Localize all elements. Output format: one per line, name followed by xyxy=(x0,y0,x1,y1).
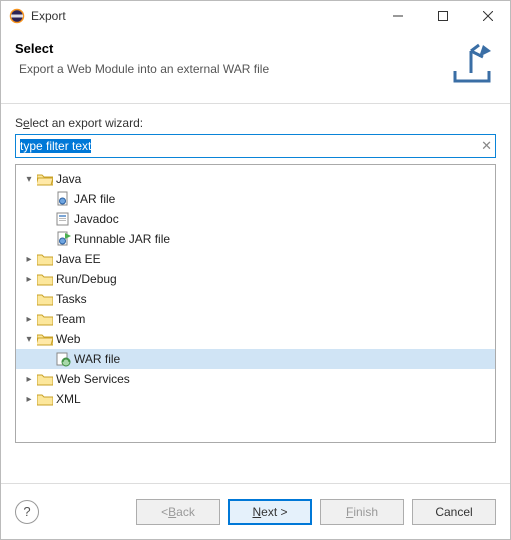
finish-hot: F xyxy=(346,505,353,519)
maximize-button[interactable] xyxy=(420,1,465,31)
back-hot: B xyxy=(168,505,176,519)
filter-label-hot: e xyxy=(23,116,30,130)
title-bar: Export xyxy=(1,1,510,31)
tree-label: Web Services xyxy=(56,372,130,386)
tree-item-rundebug[interactable]: ▸ Run/Debug xyxy=(16,269,495,289)
tree-label: Javadoc xyxy=(74,212,119,226)
runnable-jar-icon xyxy=(54,231,72,247)
javadoc-icon xyxy=(54,211,72,227)
main-area: Select an export wizard: ✕ ▾ Java JAR fi… xyxy=(1,104,510,483)
clear-icon[interactable]: ✕ xyxy=(481,138,492,154)
page-title: Select xyxy=(15,41,438,56)
tree-item-jar-file[interactable]: JAR file xyxy=(16,189,495,209)
folder-open-icon xyxy=(36,331,54,347)
expand-icon[interactable]: ▸ xyxy=(22,394,36,405)
tree-item-tasks[interactable]: ▸ Tasks xyxy=(16,289,495,309)
tree-item-javadoc[interactable]: Javadoc xyxy=(16,209,495,229)
cancel-button[interactable]: Cancel xyxy=(412,499,496,525)
wizard-header: Select Export a Web Module into an exter… xyxy=(1,31,510,104)
back-pre: < xyxy=(161,505,168,519)
folder-open-icon xyxy=(36,171,54,187)
next-button[interactable]: Next > xyxy=(228,499,312,525)
tree-item-runnable-jar[interactable]: Runnable JAR file xyxy=(16,229,495,249)
tree-item-java[interactable]: ▾ Java xyxy=(16,169,495,189)
tree-label: Run/Debug xyxy=(56,272,117,286)
minimize-button[interactable] xyxy=(375,1,420,31)
tree-label: Java EE xyxy=(56,252,101,266)
tree-label: JAR file xyxy=(74,192,115,206)
tree-item-javaee[interactable]: ▸ Java EE xyxy=(16,249,495,269)
filter-label-post: lect an export wizard: xyxy=(30,116,143,130)
window-buttons xyxy=(375,1,510,31)
filter-label-pre: S xyxy=(15,116,23,130)
folder-icon xyxy=(36,391,54,407)
jar-file-icon xyxy=(54,191,72,207)
tree-label: Tasks xyxy=(56,292,87,306)
page-subtitle: Export a Web Module into an external WAR… xyxy=(15,62,438,76)
tree-label: Runnable JAR file xyxy=(74,232,170,246)
wizard-tree[interactable]: ▾ Java JAR file Javadoc xyxy=(16,165,495,442)
close-button[interactable] xyxy=(465,1,510,31)
button-bar: ? < Back Next > Finish Cancel xyxy=(1,483,510,539)
export-icon xyxy=(448,41,496,89)
expand-icon[interactable]: ▸ xyxy=(22,274,36,285)
collapse-icon[interactable]: ▾ xyxy=(22,334,36,345)
back-post: ack xyxy=(176,505,195,519)
collapse-icon[interactable]: ▾ xyxy=(22,174,36,185)
back-button[interactable]: < Back xyxy=(136,499,220,525)
expand-icon[interactable]: ▸ xyxy=(22,314,36,325)
folder-icon xyxy=(36,371,54,387)
folder-icon xyxy=(36,271,54,287)
tree-item-web[interactable]: ▾ Web xyxy=(16,329,495,349)
finish-button[interactable]: Finish xyxy=(320,499,404,525)
filter-input[interactable] xyxy=(15,134,496,158)
expand-icon[interactable]: ▸ xyxy=(22,374,36,385)
app-icon xyxy=(9,8,25,24)
tree-label: XML xyxy=(56,392,81,406)
tree-container: ▾ Java JAR file Javadoc xyxy=(15,164,496,443)
folder-icon xyxy=(36,251,54,267)
war-file-icon xyxy=(54,351,72,367)
window-title: Export xyxy=(31,9,375,23)
tree-item-xml[interactable]: ▸ XML xyxy=(16,389,495,409)
next-hot: N xyxy=(252,505,261,519)
tree-label: WAR file xyxy=(74,352,120,366)
folder-icon xyxy=(36,291,54,307)
folder-icon xyxy=(36,311,54,327)
filter-label: Select an export wizard: xyxy=(15,116,496,130)
finish-post: inish xyxy=(353,505,378,519)
expand-icon[interactable]: ▸ xyxy=(22,254,36,265)
tree-label: Java xyxy=(56,172,81,186)
tree-item-webservices[interactable]: ▸ Web Services xyxy=(16,369,495,389)
next-post: ext > xyxy=(261,505,287,519)
tree-label: Team xyxy=(56,312,85,326)
tree-item-war-file[interactable]: WAR file xyxy=(16,349,495,369)
help-button[interactable]: ? xyxy=(15,500,39,524)
filter-wrap: ✕ xyxy=(15,134,496,158)
tree-item-team[interactable]: ▸ Team xyxy=(16,309,495,329)
tree-label: Web xyxy=(56,332,80,346)
